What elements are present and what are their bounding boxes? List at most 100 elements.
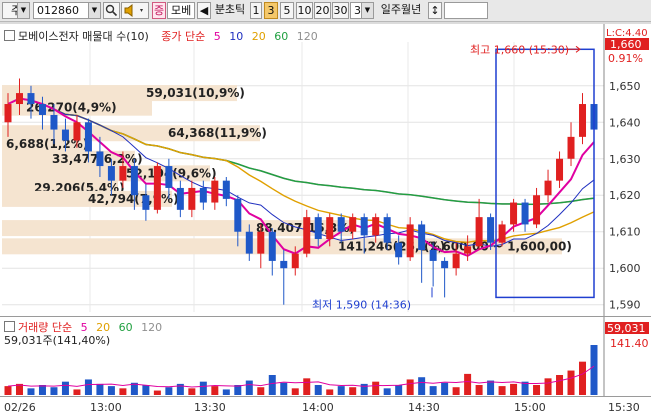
candle <box>314 217 322 240</box>
speed-button[interactable]: 증 <box>152 2 166 19</box>
candle <box>130 166 138 196</box>
current-price: 1,660 <box>610 38 642 51</box>
candle <box>383 217 391 243</box>
vol-ma-60: 60 <box>118 321 133 334</box>
candle <box>280 260 288 269</box>
vol-ma-5-line <box>7 365 595 388</box>
volume-profile-label: 59,031(10,9%) <box>146 86 245 100</box>
volume-bar <box>533 385 541 395</box>
volume-bar <box>303 378 311 395</box>
volume-bar <box>498 386 506 395</box>
period-tabs[interactable]: 일주월년 <box>376 2 426 19</box>
candle <box>165 166 173 188</box>
current-pct: 0.91% <box>608 52 643 65</box>
candle <box>452 253 460 269</box>
volume-bar <box>4 386 12 395</box>
candle <box>498 224 506 243</box>
volume-bar <box>567 370 575 395</box>
volume-profile-label: 64,368(11,9%) <box>168 126 267 140</box>
volume-bar <box>487 380 495 395</box>
sound-icon[interactable] <box>121 2 149 19</box>
candle <box>84 122 92 152</box>
volume-bar <box>395 385 403 395</box>
candle <box>556 158 564 181</box>
candle <box>533 195 541 225</box>
candle <box>441 260 449 269</box>
volume-bar <box>107 386 115 395</box>
candle <box>395 242 403 258</box>
candle <box>418 224 426 250</box>
volume-bar <box>268 375 276 395</box>
ma-60: 60 <box>274 30 289 43</box>
stock-code-input[interactable]: 012860 ▼ <box>33 2 101 19</box>
volume-bar <box>61 381 69 395</box>
time-axis: 02/26 13:00 13:30 14:00 14:30 15:00 15:3… <box>0 396 651 419</box>
volume-bar <box>590 345 598 395</box>
volume-bar <box>418 377 426 395</box>
candle <box>257 231 265 254</box>
candle <box>15 93 23 105</box>
legend-checkbox[interactable] <box>4 321 15 332</box>
search-icon[interactable] <box>103 2 120 19</box>
x-tick: 14:30 <box>408 401 440 414</box>
volume-bar <box>441 382 449 395</box>
candle <box>521 202 529 225</box>
stock-name-field: 모베 <box>167 2 195 19</box>
volume-bar <box>257 387 265 395</box>
volume-bar <box>153 390 161 395</box>
legend-checkbox[interactable] <box>4 30 15 41</box>
volume-bar <box>314 385 322 395</box>
candle <box>50 114 58 130</box>
extra-input[interactable] <box>444 2 488 19</box>
volume-bar <box>372 381 380 395</box>
volume-bar <box>579 361 587 395</box>
low-label: 최저 1,590 (14:36) <box>312 299 411 312</box>
volume-summary: 59,031주(141,40%) <box>4 334 111 347</box>
volume-chart-panel: 59,031 141.40 거래량 단순 5 20 60 120 59,031주(… <box>0 316 651 397</box>
highlight-box <box>495 48 595 299</box>
price-chart: 1,650 1,640 1,630 1,620 1,610 1,600 1,590 59,03… <box>2 24 649 316</box>
candle <box>199 187 207 203</box>
interval-5[interactable]: 5 <box>280 2 294 19</box>
candle <box>176 187 184 210</box>
volume-bar <box>429 386 437 395</box>
interval-1[interactable]: 1 <box>250 2 262 19</box>
volume-bar <box>96 383 104 395</box>
candle <box>337 217 345 232</box>
volume-bar <box>142 385 150 395</box>
x-tick: 14:00 <box>302 401 334 414</box>
period-label: 분초틱 <box>214 3 246 16</box>
candle <box>61 129 69 141</box>
candle <box>153 166 161 210</box>
y-tick-label: 1,600 <box>609 262 641 275</box>
volume-bar <box>188 388 196 395</box>
vol-ma-120: 120 <box>141 321 163 334</box>
x-tick: 13:30 <box>194 401 226 414</box>
candle <box>303 217 311 254</box>
volume-bar <box>475 385 483 395</box>
mode-select[interactable]: 주 ▼ <box>2 2 30 19</box>
candle <box>73 122 81 141</box>
interval-30[interactable]: 30 <box>332 2 349 19</box>
y-tick-label: 1,590 <box>609 299 641 312</box>
updown-button[interactable]: ↕ <box>428 2 442 19</box>
count-select[interactable]: 3 ▼ <box>350 2 374 19</box>
stock-code-value: 012860 <box>37 4 79 17</box>
y-tick-label: 1,620 <box>609 189 641 202</box>
volume-bar <box>510 383 518 395</box>
price-chart-panel: 1,650 1,640 1,630 1,620 1,610 1,600 1,590 59,03… <box>0 24 651 316</box>
volume-bar <box>337 386 345 395</box>
interval-20[interactable]: 20 <box>314 2 331 19</box>
volume-bar <box>326 389 334 395</box>
ma-120: 120 <box>296 30 318 43</box>
x-tick: 15:30 <box>608 401 640 414</box>
y-tick-label: 1,650 <box>609 80 641 93</box>
high-label: 최고 1,660 (15:30) <box>470 43 569 56</box>
interval-10[interactable]: 10 <box>296 2 313 19</box>
candle <box>406 224 414 258</box>
volume-bar <box>84 379 92 395</box>
volume-bar <box>556 375 564 395</box>
prev-arrow-button[interactable]: ◀ <box>197 2 211 19</box>
interval-3[interactable]: 3 <box>264 2 278 19</box>
volume-bar <box>27 388 35 395</box>
